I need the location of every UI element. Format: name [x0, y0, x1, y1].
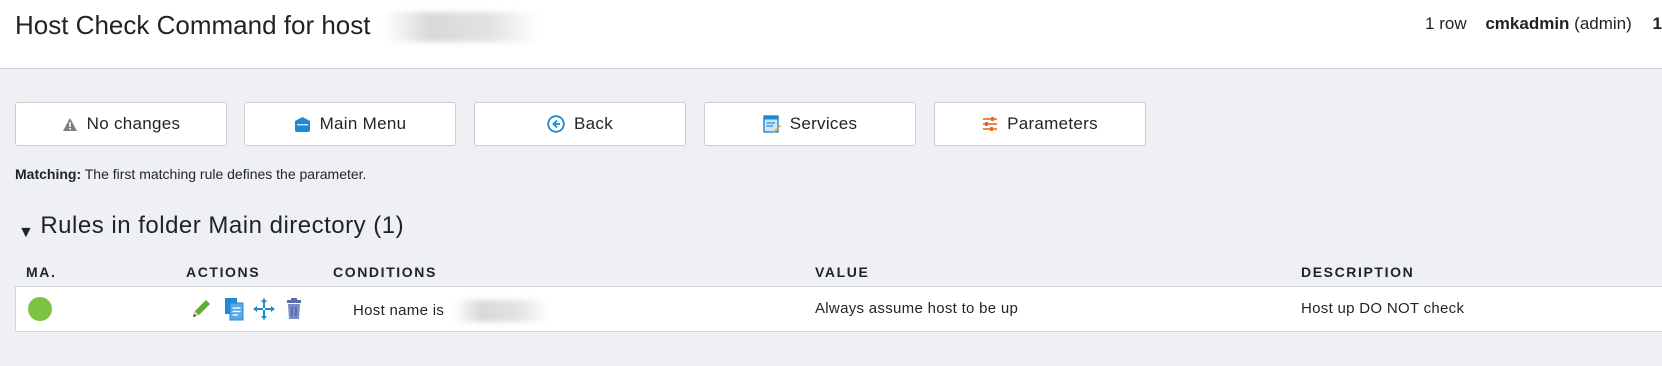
folder-title: Rules in folder Main directory (1) — [40, 212, 405, 239]
header-status: 1 row cmkadmin (admin) 1 — [1425, 14, 1662, 34]
matching-text: The first matching rule defines the para… — [84, 166, 367, 182]
page-header: Host Check Command for host 1 row cmkadm… — [0, 0, 1662, 69]
clone-icon[interactable] — [222, 297, 246, 321]
no-changes-label: No changes — [86, 114, 181, 133]
col-header-actions: ACTIONS — [186, 264, 261, 280]
match-status-icon — [28, 297, 52, 321]
col-header-match: MA. — [26, 264, 57, 280]
condition-prefix: Host name is — [353, 301, 445, 319]
row-count: 1 row — [1425, 14, 1467, 33]
move-icon[interactable] — [252, 297, 276, 321]
services-button[interactable]: Services — [704, 102, 916, 146]
page-title: Host Check Command for host — [15, 10, 539, 43]
username[interactable]: cmkadmin — [1485, 14, 1569, 33]
parameters-label: Parameters — [1007, 114, 1098, 133]
back-label: Back — [574, 114, 613, 133]
back-icon — [547, 115, 565, 133]
back-button[interactable]: Back — [474, 102, 686, 146]
redacted-hostname — [383, 12, 539, 43]
page-title-text: Host Check Command for host — [15, 10, 371, 40]
no-changes-button[interactable]: No changes — [15, 102, 227, 146]
services-label: Services — [789, 114, 858, 133]
folder-header[interactable]: ▼ Rules in folder Main directory (1) — [18, 212, 404, 242]
main-menu-label: Main Menu — [319, 114, 407, 133]
value-cell: Always assume host to be up — [815, 300, 1019, 317]
matching-info: Matching: The first matching rule define… — [15, 166, 366, 182]
col-header-value: VALUE — [815, 264, 870, 280]
matching-label: Matching: — [15, 166, 82, 182]
col-header-conditions: CONDITIONS — [333, 264, 437, 280]
parameters-button[interactable]: Parameters — [934, 102, 1146, 146]
header-extra: 1 — [1652, 14, 1662, 33]
description-cell: Host up DO NOT check — [1301, 300, 1465, 317]
warning-icon — [62, 117, 78, 132]
services-icon — [763, 115, 781, 133]
parameters-icon — [982, 116, 998, 132]
main-menu-icon — [294, 116, 311, 133]
main-menu-button[interactable]: Main Menu — [244, 102, 456, 146]
user-role: (admin) — [1574, 14, 1632, 33]
redacted-condition-hostname — [452, 300, 548, 322]
collapse-triangle-icon[interactable]: ▼ — [18, 224, 34, 241]
edit-icon[interactable] — [189, 297, 213, 321]
col-header-description: DESCRIPTION — [1301, 264, 1415, 280]
delete-icon[interactable] — [282, 297, 306, 321]
condition-cell: Host name is — [353, 300, 548, 322]
